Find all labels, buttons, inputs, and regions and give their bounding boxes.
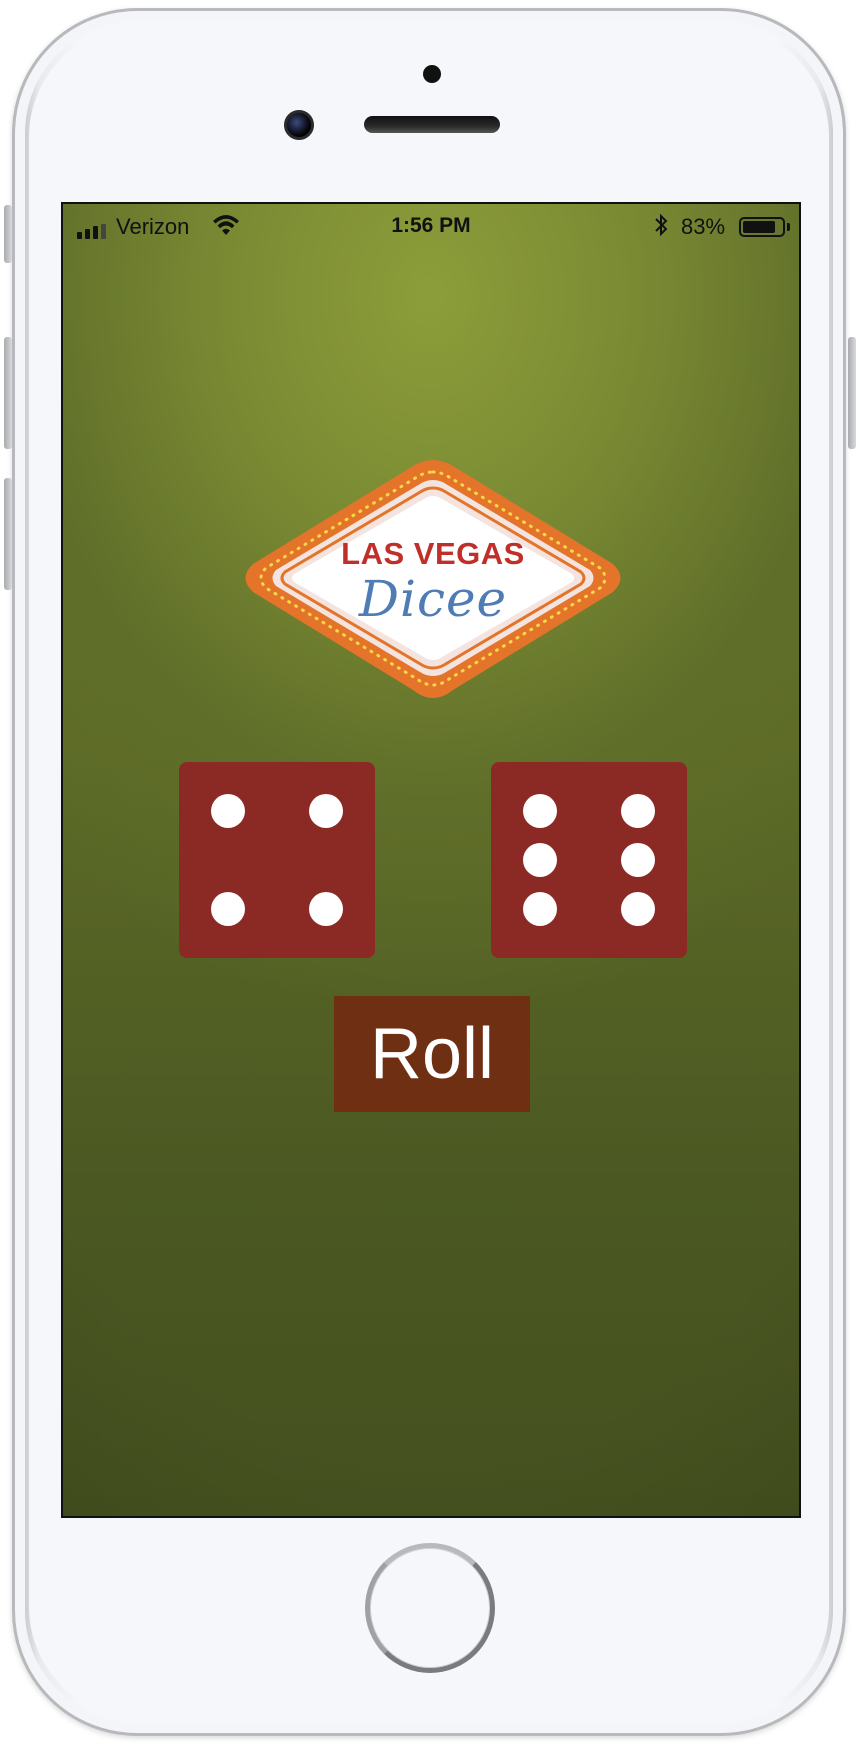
die-pip bbox=[523, 794, 557, 828]
battery-percent: 83% bbox=[681, 214, 726, 239]
bluetooth-icon bbox=[655, 213, 668, 237]
volume-down-button bbox=[4, 478, 12, 590]
die-pip bbox=[309, 794, 343, 828]
right-die bbox=[491, 762, 687, 958]
earpiece-speaker bbox=[364, 116, 500, 133]
power-button bbox=[848, 337, 856, 449]
die-pip bbox=[211, 892, 245, 926]
left-die bbox=[179, 762, 375, 958]
die-pip bbox=[523, 843, 557, 877]
battery-cap bbox=[787, 223, 790, 231]
app-screen: Verizon 1:56 PM 83% LAS VEGAS Dicee Roll bbox=[61, 202, 801, 1518]
roll-button[interactable]: Roll bbox=[334, 996, 530, 1112]
status-bar: Verizon 1:56 PM 83% bbox=[63, 204, 799, 248]
die-pip bbox=[523, 892, 557, 926]
logo-title: LAS VEGAS bbox=[341, 536, 525, 571]
die-pip bbox=[621, 794, 655, 828]
home-button[interactable] bbox=[365, 1543, 495, 1673]
volume-up-button bbox=[4, 337, 12, 449]
proximity-sensor bbox=[423, 65, 441, 83]
die-pip bbox=[309, 892, 343, 926]
logo-subtitle: Dicee bbox=[358, 570, 508, 628]
die-pip bbox=[621, 843, 655, 877]
front-camera bbox=[284, 110, 314, 140]
battery-icon bbox=[739, 217, 785, 237]
battery-fill bbox=[743, 221, 775, 233]
die-pip bbox=[211, 794, 245, 828]
las-vegas-logo: LAS VEGAS Dicee bbox=[238, 454, 628, 714]
die-pip bbox=[621, 892, 655, 926]
mute-switch bbox=[4, 205, 12, 263]
